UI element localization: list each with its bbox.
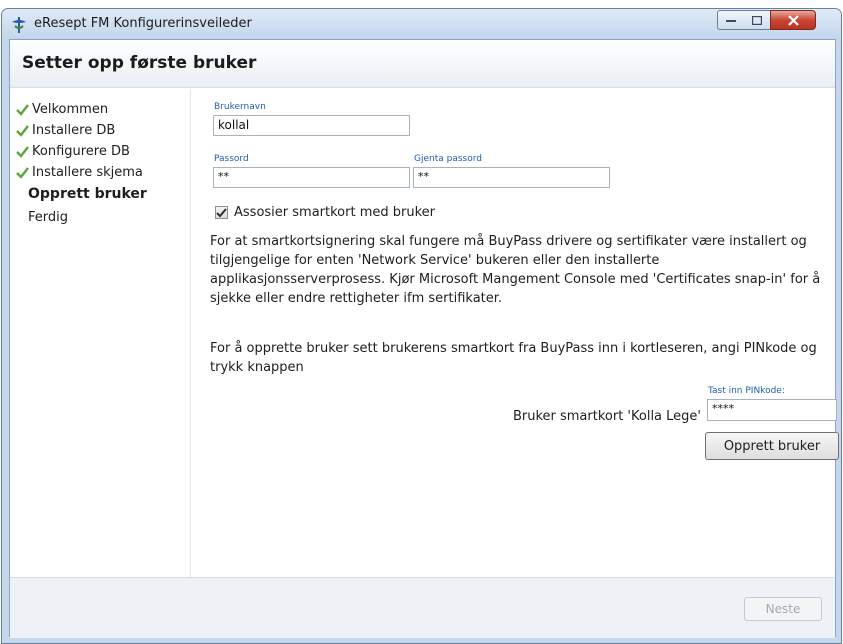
maximize-icon <box>752 15 762 25</box>
step-label: Velkommen <box>32 102 109 117</box>
create-user-button[interactable]: Opprett bruker <box>705 432 839 460</box>
title-bar[interactable]: eResept FM Konfigurerinsveileder <box>2 9 841 39</box>
wizard-header: Setter opp første bruker <box>10 40 835 88</box>
step-label: Konfigurere DB <box>32 144 130 159</box>
checkmark-icon <box>216 208 227 218</box>
smartcard-info-text: For at smartkortsignering skal fungere m… <box>210 234 821 306</box>
password-field[interactable]: ** <box>213 167 410 188</box>
username-field[interactable]: kollal <box>213 115 410 136</box>
step-installere-skjema: Installere skjema <box>16 165 143 180</box>
maximize-button[interactable] <box>744 10 771 30</box>
wizard-footer: Neste <box>10 577 835 638</box>
step-label: Ferdig <box>28 210 68 225</box>
minimize-button[interactable] <box>717 10 745 30</box>
check-icon <box>16 104 29 116</box>
check-icon <box>16 146 29 158</box>
close-icon <box>787 14 799 26</box>
instruction-text: For å opprette bruker sett brukerens sma… <box>210 341 817 375</box>
close-button[interactable] <box>770 10 816 30</box>
step-label: Installere skjema <box>32 165 143 180</box>
next-button[interactable]: Neste <box>744 597 822 621</box>
step-velkommen: Velkommen <box>16 102 108 117</box>
repeat-password-label: Gjenta passord <box>414 154 482 164</box>
check-icon <box>16 125 29 137</box>
smartcard-checkbox-label: Assosier smartkort med bruker <box>234 205 435 220</box>
password-label: Passord <box>214 154 249 164</box>
smartcard-checkbox-row[interactable]: Assosier smartkort med bruker <box>215 205 435 220</box>
step-installere-db: Installere DB <box>16 123 115 138</box>
check-icon <box>16 167 29 179</box>
app-window: eResept FM Konfigurerinsveileder Setter … <box>1 8 842 644</box>
window-title: eResept FM Konfigurerinsveileder <box>34 16 252 31</box>
pin-label: Tast inn PINkode: <box>708 386 785 396</box>
wizard-content: Brukernavn kollal Passord ** Gjenta pass… <box>198 89 839 577</box>
page-title: Setter opp første bruker <box>22 53 257 73</box>
caduceus-icon <box>12 17 26 33</box>
pin-field[interactable]: **** <box>707 399 837 421</box>
card-user-label: Bruker smartkort 'Kolla Lege' <box>512 409 701 424</box>
step-label: Installere DB <box>32 123 116 138</box>
wizard-steps-sidebar: Velkommen Installere DB Konfigurere DB I… <box>10 89 191 577</box>
step-opprett-bruker: Opprett bruker <box>28 186 147 202</box>
repeat-password-field[interactable]: ** <box>413 167 610 188</box>
username-label: Brukernavn <box>214 102 266 112</box>
minimize-icon <box>726 20 736 22</box>
step-konfigurere-db: Konfigurere DB <box>16 144 130 159</box>
step-label: Opprett bruker <box>28 186 147 202</box>
wizard-client-area: Setter opp første bruker Velkommen Insta… <box>9 39 839 638</box>
smartcard-checkbox[interactable] <box>215 206 228 219</box>
step-ferdig: Ferdig <box>28 210 68 225</box>
